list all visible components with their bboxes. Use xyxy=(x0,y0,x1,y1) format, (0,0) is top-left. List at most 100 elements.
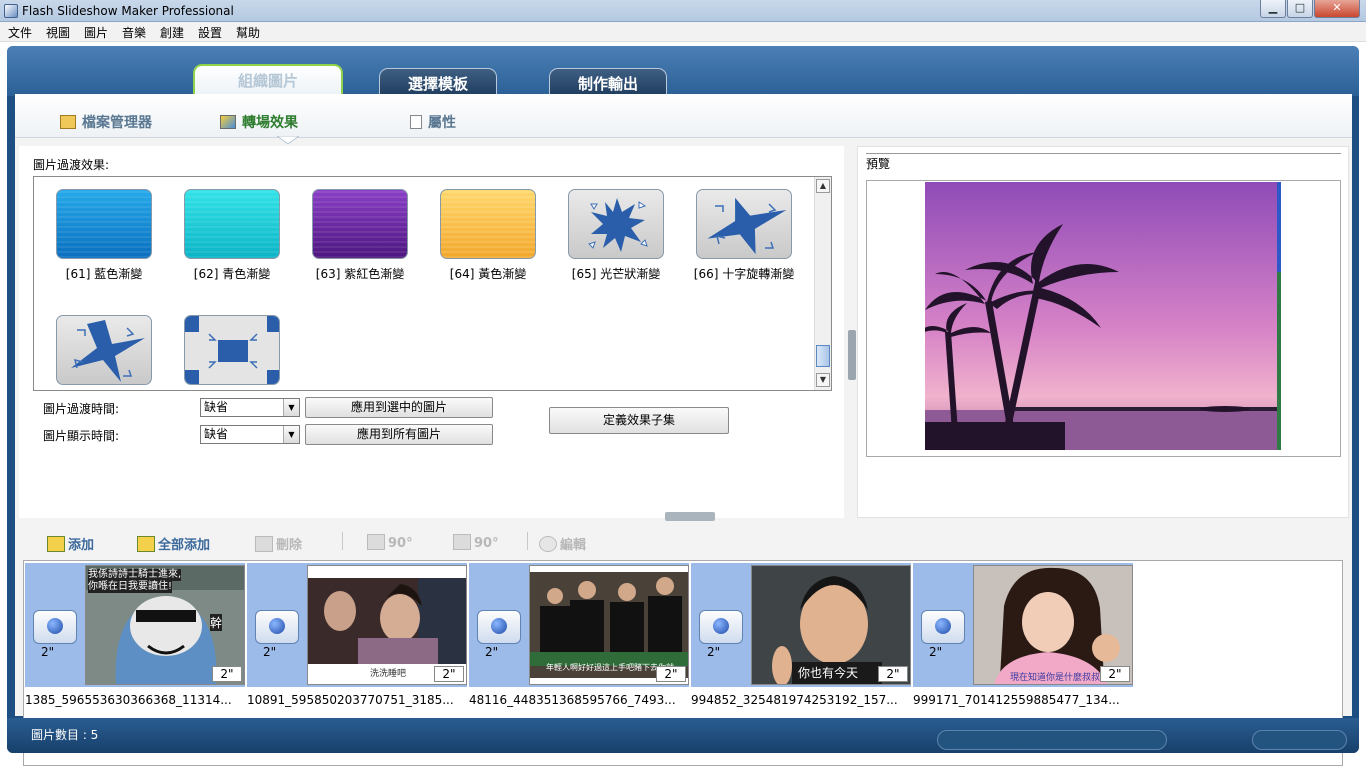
menu-create[interactable]: 創建 xyxy=(160,24,184,41)
transition-duration: 2" xyxy=(485,645,499,659)
yellow-gradient-icon xyxy=(440,189,536,259)
delete-icon xyxy=(255,536,273,552)
chevron-down-icon[interactable]: ▼ xyxy=(283,399,299,416)
define-effect-subset-button[interactable]: 定義效果子集 xyxy=(549,407,729,434)
slide-thumbnail[interactable]: 現在知道你是什麼叔叔 2" xyxy=(971,563,1133,687)
tab-organize-pictures[interactable]: 組織圖片 xyxy=(193,64,343,98)
transition-icon xyxy=(220,115,236,129)
blue-gradient-icon xyxy=(56,189,152,259)
effect-64-yellow[interactable]: [64] 黃色漸變 xyxy=(424,189,552,282)
transition-slot[interactable]: 2" xyxy=(25,563,83,687)
vertical-splitter[interactable] xyxy=(848,330,856,380)
menu-bar: 文件 視圖 圖片 音樂 創建 設置 幫助 xyxy=(0,22,1366,42)
subtab-file-manager[interactable]: 檔案管理器 xyxy=(60,112,152,132)
apply-all-button[interactable]: 應用到所有圖片 xyxy=(305,424,493,445)
square-converge-icon xyxy=(184,315,280,385)
maximize-button[interactable]: □ xyxy=(1287,0,1313,18)
active-tab-indicator xyxy=(277,136,299,144)
transition-duration: 2" xyxy=(41,645,55,659)
toolbar-separator xyxy=(527,532,528,550)
rotate-left-button[interactable]: 90° xyxy=(367,534,413,551)
scroll-up-button[interactable]: ▲ xyxy=(816,179,830,193)
transition-slot[interactable]: 2" xyxy=(247,563,305,687)
add-button[interactable]: 添加 xyxy=(47,534,94,553)
sub-tab-bar: 檔案管理器 轉場效果 屬性 xyxy=(15,94,1352,144)
edit-button[interactable]: 編輯 xyxy=(539,534,586,553)
transition-slot[interactable]: 2" xyxy=(913,563,971,687)
status-bar: 圖片數目 : 5 xyxy=(7,718,1359,753)
preview-box xyxy=(866,180,1341,457)
subtab-transitions[interactable]: 轉場效果 xyxy=(220,112,298,132)
menu-pictures[interactable]: 圖片 xyxy=(84,24,108,41)
menu-file[interactable]: 文件 xyxy=(8,24,32,41)
menu-music[interactable]: 音樂 xyxy=(122,24,146,41)
minimize-button[interactable]: ▁ xyxy=(1260,0,1286,18)
rotate-right-label: 90° xyxy=(474,536,499,551)
slide-caption: 我係詩詩士騎士進來, xyxy=(88,569,182,581)
slide-image: 我係詩詩士騎士進來, 你喺在日我要讀住! 幹 2" xyxy=(85,565,245,685)
folder-icon xyxy=(60,115,76,129)
slide-duration: 2" xyxy=(878,666,908,682)
add-all-button[interactable]: 全部添加 xyxy=(137,534,210,553)
transition-film-icon xyxy=(33,610,77,644)
transition-duration: 2" xyxy=(263,645,277,659)
effect-label: [66] 十字旋轉漸變 xyxy=(693,267,795,281)
transition-duration: 2" xyxy=(707,645,721,659)
scroll-down-button[interactable]: ▼ xyxy=(816,373,830,387)
subtab-properties[interactable]: 屬性 xyxy=(410,112,456,132)
effects-scrollbar[interactable]: ▲ ▼ xyxy=(814,177,831,390)
cyan-gradient-icon xyxy=(184,189,280,259)
rotate-right-button[interactable]: 90° xyxy=(453,534,499,551)
content-area: 檔案管理器 轉場效果 屬性 圖片過渡效果: [61] 藍色漸變 [62] 青色漸… xyxy=(15,94,1352,766)
scroll-thumb[interactable] xyxy=(816,345,830,367)
menu-help[interactable]: 幫助 xyxy=(236,24,260,41)
apply-selected-button[interactable]: 應用到選中的圖片 xyxy=(305,397,493,418)
effect-label: [62] 青色漸變 xyxy=(193,267,271,281)
app-icon xyxy=(4,4,18,18)
effect-65-starburst[interactable]: [65] 光芒狀漸變 xyxy=(552,189,680,282)
slide-filename: 48116_448351368595766_7493... xyxy=(469,693,676,707)
effect-63-purple[interactable]: [63] 紫紅色漸變 xyxy=(296,189,424,282)
transition-slot[interactable]: 2" xyxy=(469,563,527,687)
transition-duration: 2" xyxy=(929,645,943,659)
close-button[interactable]: ✕ xyxy=(1314,0,1360,18)
preview-label: 預覽 xyxy=(866,157,891,171)
toolbar-separator xyxy=(342,532,343,550)
effect-cross-rotate-2[interactable] xyxy=(40,315,168,390)
app-frame: 組織圖片 選擇模板 制作輸出 檔案管理器 轉場效果 屬性 圖片過渡效果: [61… xyxy=(7,46,1359,766)
slide-thumbnail[interactable]: 年輕人啊好好過這上手吧賭下去你就 2" xyxy=(527,563,689,687)
document-icon xyxy=(410,115,422,129)
transition-time-select[interactable]: 缺省 ▼ xyxy=(200,398,300,417)
effect-label: [63] 紫紅色漸變 xyxy=(315,267,405,281)
window-title: Flash Slideshow Maker Professional xyxy=(22,4,234,18)
menu-view[interactable]: 視圖 xyxy=(46,24,70,41)
display-time-select[interactable]: 缺省 ▼ xyxy=(200,425,300,444)
effects-list[interactable]: [61] 藍色漸變 [62] 青色漸變 [63] 紫紅色漸變 [64] 黃色漸變 xyxy=(33,176,832,391)
slide-thumbnail[interactable]: 我係詩詩士騎士進來, 你喺在日我要讀住! 幹 2" xyxy=(83,563,245,687)
menu-settings[interactable]: 設置 xyxy=(198,24,222,41)
effect-66-cross-rotate[interactable]: [66] 十字旋轉漸變 xyxy=(680,189,808,282)
display-time-value: 缺省 xyxy=(204,427,229,441)
effects-label: 圖片過渡效果: xyxy=(33,158,110,172)
subtab-properties-label: 屬性 xyxy=(428,115,456,131)
slide-filename: 1385_596553630366368_11314... xyxy=(25,693,232,707)
slide-caption: 現在知道你是什麼叔叔 xyxy=(1010,673,1101,683)
slide-filename: 994852_325481974253192_157... xyxy=(691,693,898,707)
effect-grid: [61] 藍色漸變 [62] 青色漸變 [63] 紫紅色漸變 [64] 黃色漸變 xyxy=(34,177,814,390)
cross-rotate-icon xyxy=(696,189,792,259)
delete-button[interactable]: 刪除 xyxy=(255,534,302,553)
horizontal-splitter[interactable] xyxy=(665,512,715,521)
effect-square-converge[interactable] xyxy=(168,315,296,390)
slide-image: 洗洗睡吧 2" xyxy=(307,565,467,685)
effect-62-cyan[interactable]: [62] 青色漸變 xyxy=(168,189,296,282)
effect-61-blue[interactable]: [61] 藍色漸變 xyxy=(40,189,168,282)
transition-film-icon xyxy=(699,610,743,644)
transition-slot[interactable]: 2" xyxy=(691,563,749,687)
add-label: 添加 xyxy=(68,538,95,553)
chevron-down-icon[interactable]: ▼ xyxy=(283,426,299,443)
preview-divider xyxy=(866,153,1341,154)
status-decoration xyxy=(937,730,1167,750)
slide-thumbnail[interactable]: 你也有今天 2" xyxy=(749,563,911,687)
slide-thumbnail[interactable]: 洗洗睡吧 2" xyxy=(305,563,467,687)
slide-image: 現在知道你是什麼叔叔 2" xyxy=(973,565,1133,685)
